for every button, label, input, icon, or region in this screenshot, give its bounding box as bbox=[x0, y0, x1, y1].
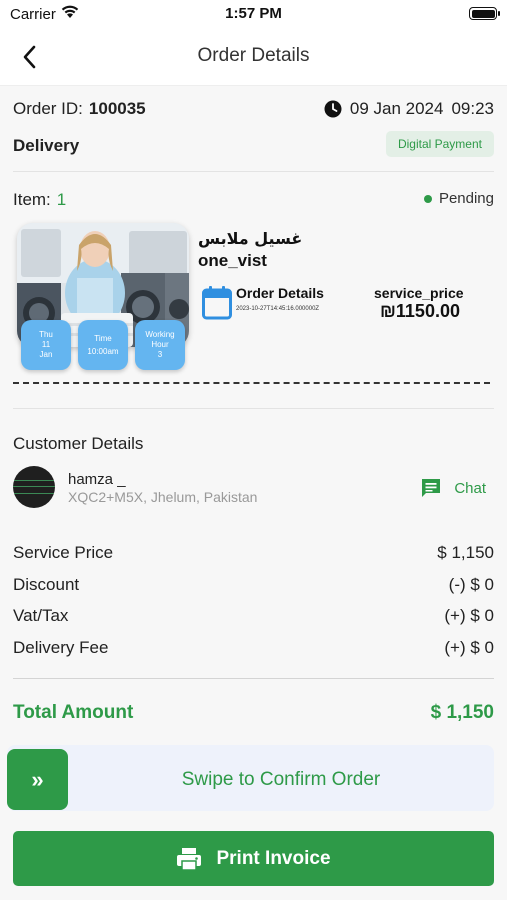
price-row-value: (+) $ 0 bbox=[444, 638, 494, 657]
customer-name: hamza _ bbox=[68, 471, 126, 488]
clock-icon bbox=[324, 100, 342, 118]
swipe-handle[interactable]: » bbox=[7, 749, 68, 810]
date-chip: Thu 11 Jan bbox=[21, 320, 71, 370]
price-row-label: Service Price bbox=[13, 543, 114, 562]
item-count-row: Item: 1 bbox=[13, 190, 66, 210]
calendar-icon bbox=[202, 286, 232, 325]
chip-hours-value: 3 bbox=[157, 350, 163, 359]
order-details-timestamp: 2023-10-27T14:45:16.000000Z bbox=[236, 306, 320, 312]
order-datetime: 09 Jan 2024 09:23 bbox=[324, 99, 494, 119]
status-bar: Carrier 1:57 PM bbox=[0, 0, 507, 28]
product-name-arabic: غسيل ملابس bbox=[198, 229, 303, 248]
avatar bbox=[13, 466, 55, 508]
service-price-label: service_price bbox=[374, 285, 464, 301]
order-details-label: Order Details bbox=[236, 285, 324, 301]
double-chevron-icon: » bbox=[31, 766, 44, 792]
chat-icon bbox=[422, 479, 441, 497]
hours-chip: Working Hour 3 bbox=[135, 320, 185, 370]
price-row-label: Delivery Fee bbox=[13, 638, 109, 657]
item-label: Item: bbox=[13, 190, 51, 209]
price-row-value: (+) $ 0 bbox=[444, 606, 494, 625]
battery-icon bbox=[469, 7, 500, 20]
order-id-value: 100035 bbox=[88, 99, 146, 118]
nav-bar: Order Details bbox=[0, 28, 507, 86]
chat-button[interactable]: Chat bbox=[420, 477, 486, 499]
chip-month: Jan bbox=[39, 350, 53, 359]
price-row-label: Discount bbox=[13, 575, 80, 594]
chip-day: Thu bbox=[39, 330, 53, 339]
total-value: $ 1,150 bbox=[430, 702, 494, 723]
price-row-value: $ 1,150 bbox=[437, 543, 494, 562]
chat-label: Chat bbox=[454, 479, 486, 497]
print-invoice-label: Print Invoice bbox=[216, 847, 331, 869]
discount-row: Discount (-) $ 0 bbox=[13, 575, 494, 595]
print-invoice-button[interactable]: Print Invoice bbox=[13, 831, 494, 886]
customer-address: XQC2+M5X, Jhelum, Pakistan bbox=[68, 489, 258, 505]
swipe-confirm-label: Swipe to Confirm Order bbox=[181, 769, 381, 790]
order-date: 09 Jan 2024 bbox=[349, 99, 444, 118]
status-label: Pending bbox=[438, 190, 494, 207]
dashed-divider bbox=[13, 382, 490, 384]
chip-date: 11 bbox=[41, 340, 51, 349]
product-name: one_vist bbox=[198, 251, 267, 270]
item-count: 1 bbox=[56, 190, 67, 209]
chip-time-value: 10:00am bbox=[87, 346, 119, 356]
chip-hours-label-1: Working bbox=[145, 330, 175, 339]
status-dot-icon bbox=[423, 194, 432, 203]
divider bbox=[13, 408, 494, 409]
status-time: 1:57 PM bbox=[225, 5, 282, 22]
page-title: Order Details bbox=[197, 45, 310, 66]
time-chip: Time 10:00am bbox=[78, 320, 128, 370]
order-id-label: Order ID: bbox=[13, 99, 83, 118]
service-price-row: Service Price $ 1,150 bbox=[13, 543, 494, 563]
price-row-value: (-) $ 0 bbox=[448, 575, 494, 594]
payment-badge: Digital Payment bbox=[385, 131, 494, 157]
price-row-label: Vat/Tax bbox=[13, 606, 69, 625]
printer-icon bbox=[177, 847, 202, 871]
order-time: 09:23 bbox=[451, 99, 494, 118]
total-label: Total Amount bbox=[13, 702, 134, 723]
chip-time-label: Time bbox=[94, 333, 112, 343]
vat-row: Vat/Tax (+) $ 0 bbox=[13, 606, 494, 626]
order-id: Order ID: 100035 bbox=[13, 99, 146, 119]
divider bbox=[13, 171, 494, 172]
total-row: Total Amount $ 1,150 bbox=[13, 702, 494, 724]
customer-details-title: Customer Details bbox=[13, 434, 144, 453]
delivery-fee-row: Delivery Fee (+) $ 0 bbox=[13, 638, 494, 658]
order-type: Delivery bbox=[13, 136, 80, 155]
order-status: Pending bbox=[423, 190, 494, 207]
service-price-value: ₪1150.00 bbox=[380, 301, 460, 321]
chip-hours-label-2: Hour bbox=[151, 340, 169, 349]
divider bbox=[13, 678, 494, 679]
